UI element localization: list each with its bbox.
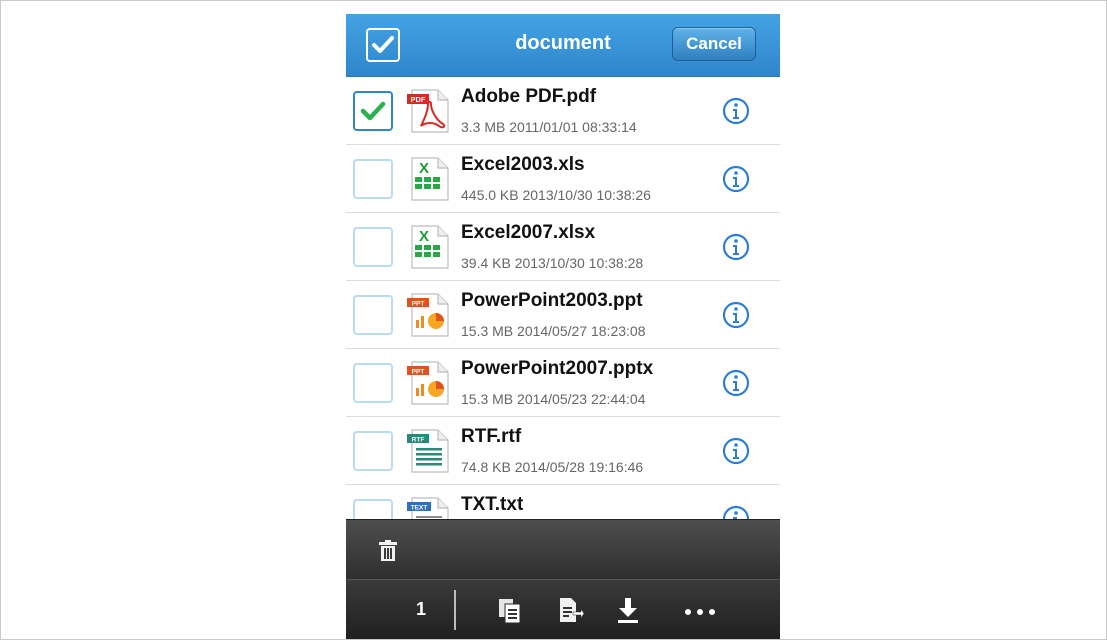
file-name: Excel2007.xlsx — [461, 222, 596, 243]
ppt-file-icon: PPT — [407, 361, 449, 405]
header-bar: document Cancel — [346, 14, 780, 77]
file-checkbox[interactable] — [353, 91, 393, 131]
file-meta: 39.4 KB 2013/10/30 10:38:28 — [461, 255, 644, 271]
file-row[interactable]: PPT PowerPoint2003.ppt 15.3 MB 2014/05/27 … — [346, 281, 780, 349]
file-type-badge: X — [419, 160, 429, 177]
copy-icon[interactable] — [496, 596, 524, 624]
file-type-badge: PPT — [412, 368, 425, 375]
rtf-file-icon: RTF — [407, 429, 449, 473]
check-icon — [360, 101, 386, 121]
pdf-file-icon: PDF — [407, 89, 449, 133]
file-list: PDF Adobe PDF.pdf 3.3 MB 2011/01/01 08:33:… — [346, 77, 780, 553]
info-icon[interactable] — [722, 165, 750, 193]
file-type-badge: PPT — [412, 300, 425, 307]
file-row[interactable]: X Excel2007.xlsx 39.4 KB 2013/10/30 10:38:… — [346, 213, 780, 281]
selected-count: 1 — [416, 599, 427, 619]
file-row[interactable]: PPT PowerPoint2007.pptx 15.3 MB 2014/05/23… — [346, 349, 780, 417]
file-name: PowerPoint2003.ppt — [461, 290, 643, 311]
info-icon[interactable] — [722, 301, 750, 329]
file-type-badge: TEXT — [411, 504, 428, 511]
file-row[interactable]: RTF RTF.rtf 74.8 KB 2014/05/28 19:16:46 — [346, 417, 780, 485]
download-icon[interactable] — [614, 596, 642, 624]
info-icon[interactable] — [722, 437, 750, 465]
info-icon[interactable] — [722, 369, 750, 397]
file-row[interactable]: X Excel2003.xls 445.0 KB 2013/10/30 10:38:… — [346, 145, 780, 213]
more-icon[interactable] — [682, 596, 718, 624]
excel-file-icon: X — [411, 225, 449, 269]
file-checkbox[interactable] — [353, 227, 393, 267]
file-meta: 15.3 MB 2014/05/27 18:23:08 — [461, 323, 646, 339]
file-checkbox[interactable] — [353, 431, 393, 471]
file-type-badge: RTF — [412, 436, 425, 443]
file-meta: 74.8 KB 2014/05/28 19:16:46 — [461, 459, 644, 475]
bottom-toolbar: 1 — [346, 579, 780, 640]
action-toolbar — [346, 519, 780, 580]
file-checkbox[interactable] — [353, 159, 393, 199]
file-checkbox[interactable] — [353, 363, 393, 403]
file-meta: 445.0 KB 2013/10/30 10:38:26 — [461, 187, 651, 203]
move-icon[interactable] — [556, 596, 584, 624]
file-row[interactable]: PDF Adobe PDF.pdf 3.3 MB 2011/01/01 08:33:… — [346, 77, 780, 145]
info-icon[interactable] — [722, 97, 750, 125]
file-picker-screen: document Cancel PDF Adobe PDF.pdf 3.3 MB 2… — [346, 14, 780, 640]
info-icon[interactable] — [722, 233, 750, 261]
file-meta: 15.3 MB 2014/05/23 22:44:04 — [461, 391, 646, 407]
excel-file-icon: X — [411, 157, 449, 201]
file-checkbox[interactable] — [353, 295, 393, 335]
file-meta: 3.3 MB 2011/01/01 08:33:14 — [461, 119, 637, 135]
file-name: RTF.rtf — [461, 426, 522, 447]
toolbar-divider — [454, 590, 456, 630]
cancel-button[interactable]: Cancel — [672, 27, 756, 61]
file-name: Adobe PDF.pdf — [461, 86, 597, 107]
file-type-badge: X — [419, 228, 429, 245]
trash-icon[interactable] — [376, 539, 400, 563]
file-name: TXT.txt — [461, 494, 524, 515]
ppt-file-icon: PPT — [407, 293, 449, 337]
file-type-badge: PDF — [411, 95, 426, 104]
file-name: Excel2003.xls — [461, 154, 585, 175]
file-name: PowerPoint2007.pptx — [461, 358, 654, 379]
